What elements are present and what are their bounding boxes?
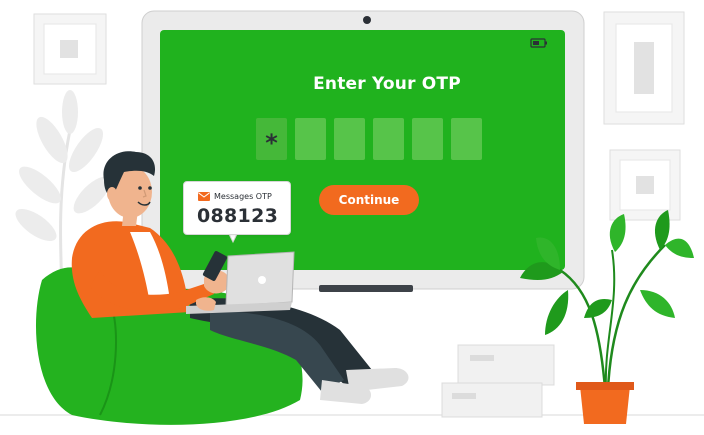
notification-header: Messages OTP [198, 192, 272, 201]
otp-digit-5[interactable] [412, 118, 443, 160]
illustration-artwork [0, 10, 704, 425]
wall-frame-right-small [609, 149, 681, 221]
otp-digit-1[interactable]: * [256, 118, 287, 160]
mail-icon [198, 192, 210, 201]
plant-pot [580, 386, 630, 424]
camera-icon [363, 16, 371, 24]
storage-boxes [441, 344, 555, 418]
otp-digit-2[interactable] [295, 118, 326, 160]
otp-notification-bubble: Messages OTP 088123 [183, 181, 291, 235]
otp-digit-3[interactable] [334, 118, 365, 160]
notification-app-label: Messages OTP [214, 192, 272, 201]
otp-illustration: Enter Your OTP * Continue Messages OTP 0… [0, 0, 704, 435]
otp-digit-4[interactable] [373, 118, 404, 160]
continue-button[interactable]: Continue [319, 185, 419, 215]
otp-input-group[interactable]: * [256, 118, 482, 160]
monitor-stand [319, 285, 413, 292]
otp-title: Enter Your OTP [313, 74, 461, 94]
wall-frame-right-tall [603, 11, 685, 125]
notification-otp-code: 088123 [197, 205, 279, 227]
otp-digit-6[interactable] [451, 118, 482, 160]
potted-plant [520, 210, 694, 424]
